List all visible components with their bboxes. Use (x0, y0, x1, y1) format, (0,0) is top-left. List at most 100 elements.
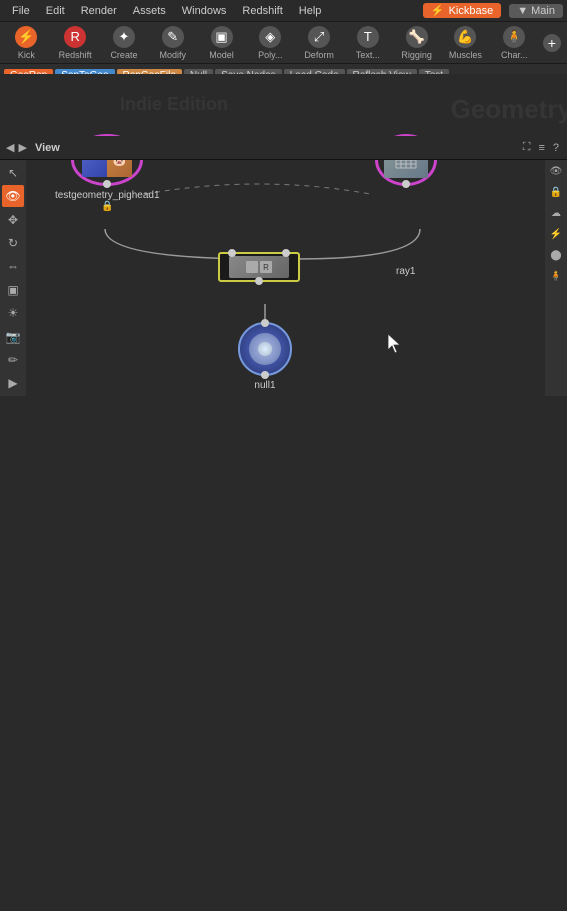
tool-poly-label: Poly... (258, 50, 282, 60)
redshift-icon: R (64, 26, 86, 48)
char-icon: 🧍 (503, 26, 525, 48)
ray1-node-box: R (218, 252, 300, 282)
tool-create-label: Create (110, 50, 137, 60)
ray1-connector-bottom[interactable] (255, 277, 263, 285)
tool-muscles[interactable]: 💪 Muscles (443, 24, 488, 62)
testgeometry-lock-icon: 🔒 (101, 201, 113, 212)
null1-inner-circle (249, 333, 281, 365)
kickbase-badge[interactable]: ⚡ Kickbase (423, 3, 501, 18)
menu-redshift[interactable]: Redshift (234, 3, 290, 19)
tool-text-label: Text... (356, 50, 380, 60)
view-title: View (35, 142, 60, 154)
tool-muscles-label: Muscles (449, 50, 482, 60)
tool-rigging[interactable]: 🦴 Rigging (394, 24, 439, 62)
tool-add[interactable]: + (541, 24, 563, 62)
right-icon-4[interactable]: ⚡ (547, 225, 565, 243)
null1-label: null1 (254, 380, 275, 391)
ray1-connector-top-left[interactable] (228, 249, 236, 257)
null1-core (258, 342, 272, 356)
menu-edit[interactable]: Edit (38, 3, 73, 19)
sidebar-paint[interactable]: ✏ (2, 349, 24, 370)
right-icon-5[interactable]: ⬤ (547, 246, 565, 264)
tool-kick-label: Kick (18, 50, 35, 60)
tool-char-label: Char... (501, 50, 528, 60)
menu-assets[interactable]: Assets (125, 3, 174, 19)
view-icon-3[interactable]: ? (551, 140, 561, 156)
tool-deform[interactable]: ⤢ Deform (297, 24, 342, 62)
rigging-icon: 🦴 (406, 26, 428, 48)
sidebar-cam[interactable]: 📷 (2, 326, 24, 347)
tool-modify[interactable]: ✎ Modify (150, 24, 195, 62)
cursor-icon (388, 334, 402, 354)
right-icon-1[interactable]: 👁 (547, 162, 565, 180)
ray1-icon-block2: R (260, 261, 272, 273)
sidebar-light[interactable]: ☀ (2, 302, 24, 323)
tool-redshift[interactable]: R Redshift (53, 24, 98, 62)
view-nav-forward[interactable]: ▶ (18, 141, 26, 154)
sidebar-obj[interactable]: ▣ (2, 279, 24, 300)
left-sidebar: ↖ 👁 ✥ ↻ ⇔ ▣ ☀ 📷 ✏ ▶ (0, 160, 26, 396)
branch-badge[interactable]: ▼ Main (509, 4, 563, 18)
view-nav-back[interactable]: ◀ (6, 141, 14, 154)
main-toolbar: ⚡ Kick R Redshift ✦ Create ✎ Modify ▣ Mo… (0, 22, 567, 64)
mouse-cursor (388, 334, 402, 357)
sidebar-xform[interactable]: ✥ (2, 209, 24, 230)
text-icon: T (357, 26, 379, 48)
right-icon-3[interactable]: ☁ (547, 204, 565, 222)
tool-rigging-label: Rigging (401, 50, 432, 60)
tool-redshift-label: Redshift (59, 50, 92, 60)
ray1-icon-block (246, 261, 258, 273)
sidebar-anim[interactable]: ▶ (2, 373, 24, 394)
null1-node[interactable]: null1 (238, 322, 292, 391)
model-icon: ▣ (211, 26, 233, 48)
tool-char[interactable]: 🧍 Char... (492, 24, 537, 62)
create-icon: ✦ (113, 26, 135, 48)
ray1-label: ray1 (396, 266, 415, 277)
node-editor[interactable]: Indie Edition Geometry 🐷 testgeometry_pi… (0, 74, 567, 911)
menu-windows[interactable]: Windows (174, 3, 235, 19)
node-editor-watermark-right: Geometry (451, 94, 567, 125)
tool-model-label: Model (209, 50, 234, 60)
sidebar-rotate[interactable]: ↻ (2, 232, 24, 253)
sidebar-view[interactable]: 👁 (2, 185, 24, 206)
right-icon-2[interactable]: 🔒 (547, 183, 565, 201)
view-header: ◀ ▶ View ⛶ ≡ ? (0, 136, 567, 160)
tool-modify-label: Modify (159, 50, 186, 60)
node-connector-bottom[interactable] (103, 180, 111, 188)
tool-model[interactable]: ▣ Model (199, 24, 244, 62)
menu-file[interactable]: File (4, 3, 38, 19)
ray1-connector-top-right[interactable] (282, 249, 290, 257)
menu-render[interactable]: Render (73, 3, 125, 19)
tool-text[interactable]: T Text... (345, 24, 390, 62)
right-sidebar: 👁 🔒 ☁ ⚡ ⬤ 🧍 (545, 160, 567, 396)
poly-icon: ◈ (259, 26, 281, 48)
ray1-small-icon: R (263, 263, 269, 272)
view-controls-right: ⛶ ≡ ? (521, 139, 561, 156)
kickbase-icon: ⚡ (431, 4, 445, 17)
tool-create[interactable]: ✦ Create (102, 24, 147, 62)
tool-deform-label: Deform (304, 50, 334, 60)
view-icon-2[interactable]: ≡ (536, 140, 546, 156)
add-icon: + (543, 34, 561, 52)
null1-node-circle (238, 322, 292, 376)
grid1-connector-bottom[interactable] (402, 180, 410, 188)
view-icon-1[interactable]: ⛶ (521, 139, 533, 156)
deform-icon: ⤢ (308, 26, 330, 48)
testgeometry-label: testgeometry_pighead1 (55, 190, 160, 201)
null1-connector-top[interactable] (261, 319, 269, 327)
sidebar-select[interactable]: ↖ (2, 162, 24, 183)
node-editor-watermark-left: Indie Edition (120, 94, 228, 115)
null1-connector-bottom[interactable] (261, 371, 269, 379)
right-icon-6[interactable]: 🧍 (547, 267, 565, 285)
ray1-node[interactable]: R ray1 (218, 252, 300, 282)
kickbase-label: Kickbase (449, 5, 494, 17)
sidebar-scale[interactable]: ⇔ (2, 256, 24, 277)
muscles-icon: 💪 (454, 26, 476, 48)
menu-bar: File Edit Render Assets Windows Redshift… (0, 0, 567, 22)
tool-poly[interactable]: ◈ Poly... (248, 24, 293, 62)
menu-help[interactable]: Help (291, 3, 330, 19)
modify-icon: ✎ (162, 26, 184, 48)
ray1-inner: R (229, 256, 289, 278)
tool-kick[interactable]: ⚡ Kick (4, 24, 49, 62)
kick-icon: ⚡ (15, 26, 37, 48)
